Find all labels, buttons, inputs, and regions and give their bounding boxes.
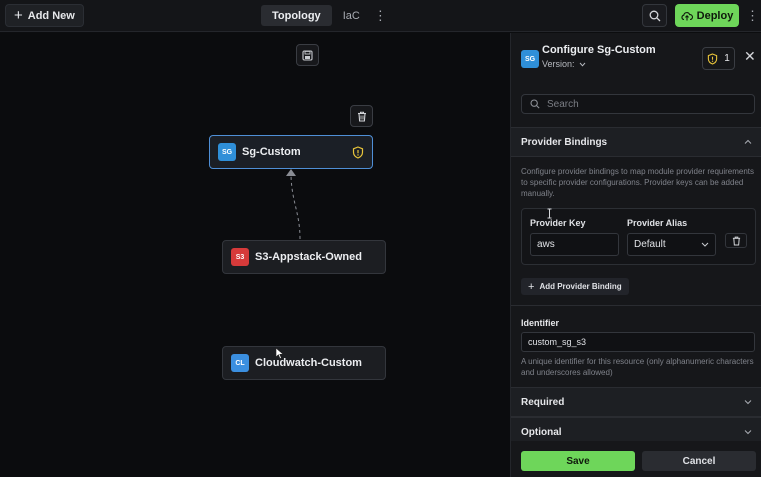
identifier-help: A unique identifier for this resource (o…	[521, 357, 754, 377]
add-binding-label: Add Provider Binding	[539, 282, 622, 291]
panel-header: SG Configure Sg-Custom Version: 1 ✕	[511, 33, 761, 83]
plus-icon: +	[528, 280, 535, 293]
search-button[interactable]	[642, 4, 667, 27]
view-tabs: Topology IaC ⋮	[261, 5, 389, 26]
add-provider-binding-button[interactable]: + Add Provider Binding	[521, 278, 629, 295]
save-button[interactable]: Save	[521, 451, 635, 471]
add-new-button[interactable]: + Add New	[5, 4, 84, 27]
chevron-down-icon	[744, 430, 752, 435]
tab-iac[interactable]: IaC	[332, 5, 371, 26]
add-new-label: Add New	[27, 9, 75, 22]
node-label: Sg-Custom	[242, 146, 301, 158]
version-selector[interactable]: Version:	[542, 59, 586, 69]
panel-footer: Save Cancel	[511, 441, 761, 477]
remove-binding-button[interactable]	[725, 233, 747, 248]
search-input[interactable]	[547, 98, 737, 110]
provider-bindings-description: Configure provider bindings to map modul…	[521, 167, 755, 198]
node-sg-custom[interactable]: SG Sg-Custom	[209, 135, 373, 169]
top-bar: + Add New Topology IaC ⋮ Deploy ⋮	[0, 0, 761, 32]
search-icon	[649, 10, 660, 21]
sg-badge: SG	[218, 143, 236, 161]
search-icon	[530, 99, 540, 109]
provider-alias-value: Default	[634, 239, 666, 250]
text-cursor-icon	[547, 208, 552, 219]
more-options-icon[interactable]: ⋮	[371, 8, 389, 24]
s3-badge: S3	[231, 248, 249, 266]
sg-badge: SG	[521, 50, 539, 68]
panel-title: Configure Sg-Custom	[542, 44, 656, 56]
cl-badge: CL	[231, 354, 249, 372]
chevron-up-icon	[744, 139, 752, 144]
close-icon[interactable]: ✕	[744, 48, 756, 65]
cloud-upload-icon	[681, 11, 693, 20]
chevron-down-icon	[701, 242, 709, 247]
mouse-cursor-icon	[275, 347, 284, 359]
plus-icon: +	[14, 7, 23, 24]
chevron-down-icon	[579, 62, 585, 67]
provider-binding-row: Provider Key Provider Alias aws Default	[521, 208, 756, 265]
node-label: Cloudwatch-Custom	[255, 357, 362, 369]
tab-topology[interactable]: Topology	[261, 5, 332, 26]
version-label: Version:	[542, 59, 575, 69]
section-title: Required	[521, 396, 565, 408]
deploy-button[interactable]: Deploy	[675, 4, 739, 27]
shield-warning-icon	[708, 52, 718, 65]
node-s3-appstack-owned[interactable]: S3 S3-Appstack-Owned	[222, 240, 386, 274]
warning-count: 1	[724, 53, 730, 64]
app-menu-icon[interactable]: ⋮	[746, 8, 759, 24]
divider	[511, 305, 761, 306]
panel-search[interactable]	[521, 94, 755, 114]
node-label: S3-Appstack-Owned	[255, 251, 362, 263]
node-cloudwatch-custom[interactable]: CL Cloudwatch-Custom	[222, 346, 386, 380]
chevron-down-icon	[744, 400, 752, 405]
deploy-label: Deploy	[696, 9, 734, 22]
required-section-header[interactable]: Required	[511, 387, 761, 417]
trash-icon	[732, 236, 740, 246]
identifier-input[interactable]: custom_sg_s3	[521, 332, 755, 352]
shield-warning-icon	[352, 146, 364, 159]
configure-panel: SG Configure Sg-Custom Version: 1 ✕ Prov…	[510, 33, 761, 477]
provider-alias-select[interactable]: Default	[627, 233, 716, 256]
provider-key-label: Provider Key	[530, 218, 586, 228]
provider-key-input[interactable]: aws	[530, 233, 619, 256]
provider-alias-label: Provider Alias	[627, 218, 688, 228]
section-title: Optional	[521, 426, 562, 438]
provider-bindings-header[interactable]: Provider Bindings	[511, 127, 761, 157]
topology-canvas[interactable]: SG Sg-Custom S3 S3-Appstack-Owned CL Clo…	[0, 33, 510, 477]
section-title: Provider Bindings	[521, 136, 608, 148]
identifier-label: Identifier	[521, 318, 560, 328]
warnings-button[interactable]: 1	[702, 47, 735, 70]
cancel-button[interactable]: Cancel	[642, 451, 756, 471]
